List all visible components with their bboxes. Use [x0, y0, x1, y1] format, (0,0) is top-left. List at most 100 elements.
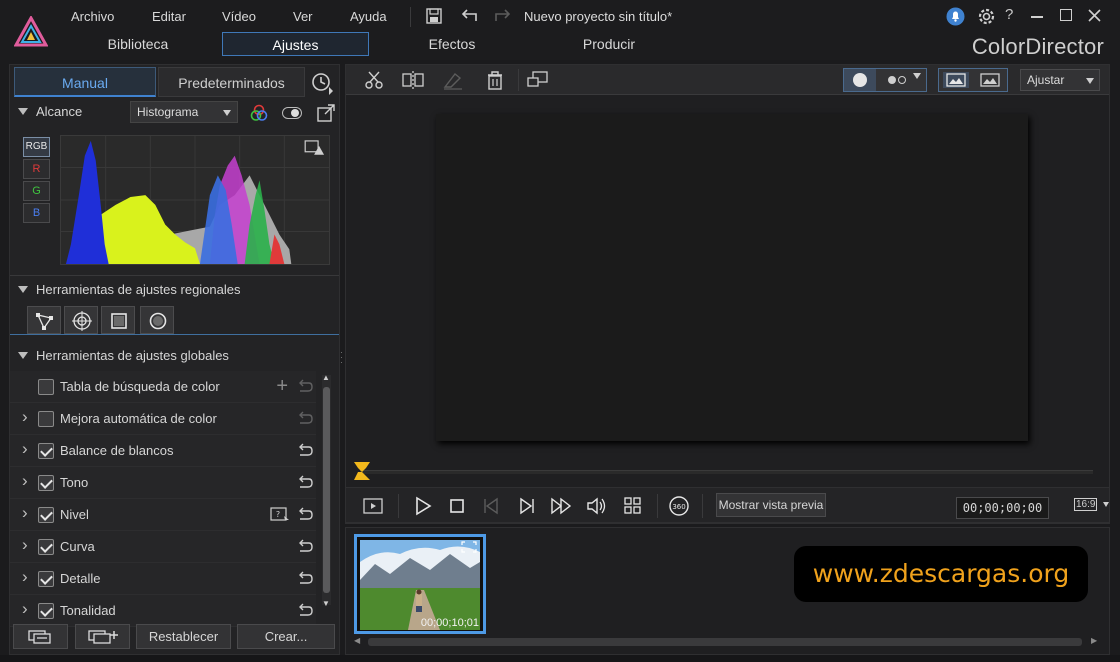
- list-item[interactable]: › Nivel?: [10, 499, 316, 531]
- history-icon[interactable]: [310, 71, 334, 95]
- maximize-icon[interactable]: [1060, 9, 1072, 21]
- redo-icon[interactable]: [493, 8, 513, 24]
- global-section-header[interactable]: Herramientas de ajustes globales: [10, 343, 339, 369]
- panel-resize-handle[interactable]: · · ·: [340, 348, 343, 367]
- menu-video[interactable]: Vídeo: [222, 9, 256, 24]
- single-view-button[interactable]: [844, 69, 876, 91]
- radial-mask-button[interactable]: [64, 306, 98, 334]
- tab-manual[interactable]: Manual: [14, 67, 156, 97]
- list-item[interactable]: › Tono: [10, 467, 316, 499]
- tab-efectos[interactable]: Efectos: [394, 32, 510, 56]
- channel-r-button[interactable]: R: [23, 159, 50, 179]
- minimize-icon[interactable]: [1031, 16, 1043, 18]
- clip-thumbnail[interactable]: 00;00;10;01: [354, 534, 486, 634]
- list-item[interactable]: › Balance de blancos: [10, 435, 316, 467]
- menu-editar[interactable]: Editar: [152, 9, 186, 24]
- reset-icon[interactable]: [296, 378, 314, 396]
- item-checkbox[interactable]: [38, 571, 54, 587]
- plus-icon[interactable]: +: [276, 375, 288, 398]
- tab-producir[interactable]: Producir: [551, 32, 667, 56]
- scope-select[interactable]: Histograma: [130, 101, 238, 123]
- chevron-right-icon[interactable]: ›: [22, 567, 28, 587]
- timecode-field[interactable]: 00;00;00;00: [956, 497, 1049, 519]
- reset-icon[interactable]: [296, 570, 314, 588]
- item-checkbox[interactable]: [38, 411, 54, 427]
- scroll-up-icon[interactable]: ▲: [322, 373, 330, 382]
- create-button[interactable]: Crear...: [237, 624, 335, 649]
- video-preview[interactable]: [436, 114, 1028, 441]
- reset-icon[interactable]: [296, 410, 314, 428]
- channel-rgb-button[interactable]: RGB: [23, 137, 50, 157]
- chevron-down-icon[interactable]: [913, 73, 921, 79]
- show-preview-button[interactable]: Mostrar vista previa: [716, 493, 826, 517]
- 360-icon[interactable]: 360: [668, 496, 690, 516]
- reset-icon[interactable]: [296, 474, 314, 492]
- fast-forward-icon[interactable]: [550, 496, 572, 516]
- side-by-side-icon[interactable]: [943, 72, 969, 88]
- channel-g-button[interactable]: G: [23, 181, 50, 201]
- copy-settings-button[interactable]: [13, 624, 68, 649]
- list-scrollbar-thumb[interactable]: [323, 387, 330, 593]
- auto-level-icon[interactable]: ?: [270, 507, 290, 523]
- scroll-left-icon[interactable]: ◀: [354, 636, 360, 645]
- list-item[interactable]: › Detalle: [10, 563, 316, 595]
- split-icon[interactable]: [402, 70, 424, 90]
- popout-icon[interactable]: [317, 104, 335, 122]
- tab-ajustes[interactable]: Ajustes: [222, 32, 369, 56]
- menu-ayuda[interactable]: Ayuda: [350, 9, 387, 24]
- aspect-ratio-select[interactable]: 16:9: [1074, 498, 1109, 511]
- reset-icon[interactable]: [296, 442, 314, 460]
- grid-view-icon[interactable]: [622, 496, 644, 516]
- scroll-down-icon[interactable]: ▼: [322, 599, 330, 608]
- item-checkbox[interactable]: [38, 507, 54, 523]
- next-frame-icon[interactable]: [516, 496, 538, 516]
- menu-ver[interactable]: Ver: [293, 9, 313, 24]
- chevron-right-icon[interactable]: ›: [22, 535, 28, 555]
- chevron-right-icon[interactable]: ›: [22, 407, 28, 427]
- channel-b-button[interactable]: B: [23, 203, 50, 223]
- stop-icon[interactable]: [446, 496, 468, 516]
- reset-button[interactable]: Restablecer: [136, 624, 231, 649]
- volume-icon[interactable]: [586, 496, 608, 516]
- playhead-icon[interactable]: [352, 460, 372, 482]
- list-item[interactable]: › Curva: [10, 531, 316, 563]
- image-icon[interactable]: [977, 72, 1003, 88]
- tab-presets[interactable]: Predeterminados: [158, 67, 305, 97]
- eraser-icon[interactable]: [442, 70, 464, 90]
- rgb-channels-icon[interactable]: [250, 104, 268, 122]
- crop-icon[interactable]: [527, 70, 549, 90]
- fit-select[interactable]: Ajustar: [1020, 69, 1100, 91]
- notification-icon[interactable]: [946, 7, 965, 26]
- item-checkbox[interactable]: [38, 379, 54, 395]
- chevron-right-icon[interactable]: ›: [22, 471, 28, 491]
- circle-mask-button[interactable]: [140, 306, 174, 334]
- list-item[interactable]: › Tonalidad: [10, 595, 316, 627]
- scope-toggle[interactable]: [282, 107, 302, 119]
- split-view-button[interactable]: [879, 69, 911, 91]
- scissors-icon[interactable]: [364, 70, 386, 90]
- library-scrollbar[interactable]: [368, 638, 1082, 646]
- item-checkbox[interactable]: [38, 539, 54, 555]
- chevron-right-icon[interactable]: ›: [22, 439, 28, 459]
- preview-scrubber[interactable]: [360, 470, 1093, 474]
- polygon-mask-button[interactable]: [27, 306, 61, 334]
- item-checkbox[interactable]: [38, 603, 54, 619]
- list-item[interactable]: › Mejora automática de color: [10, 403, 316, 435]
- reset-icon[interactable]: [296, 602, 314, 620]
- list-item[interactable]: Tabla de búsqueda de color +: [10, 371, 316, 403]
- previous-frame-icon[interactable]: [480, 496, 502, 516]
- item-checkbox[interactable]: [38, 475, 54, 491]
- menu-archivo[interactable]: Archivo: [71, 9, 114, 24]
- gear-icon[interactable]: [977, 7, 996, 26]
- chevron-right-icon[interactable]: ›: [22, 503, 28, 523]
- reset-icon[interactable]: [296, 506, 314, 524]
- help-icon[interactable]: ?: [1005, 6, 1013, 23]
- chevron-right-icon[interactable]: ›: [22, 599, 28, 619]
- undo-icon[interactable]: [459, 8, 479, 24]
- close-icon[interactable]: [1088, 9, 1101, 22]
- square-mask-button[interactable]: [101, 306, 135, 334]
- trash-icon[interactable]: [484, 70, 506, 90]
- play-icon[interactable]: [412, 496, 434, 516]
- add-preset-button[interactable]: [75, 624, 130, 649]
- scroll-right-icon[interactable]: ▶: [1091, 636, 1097, 645]
